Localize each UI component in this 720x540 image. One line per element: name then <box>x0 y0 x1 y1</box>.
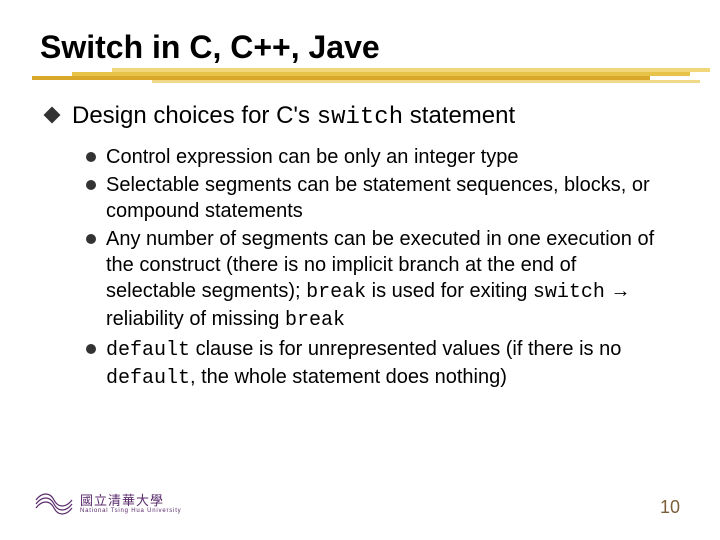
bullet1-text: Design choices for C's switch statement <box>72 100 515 133</box>
logo-text-en: National Tsing Hua University <box>80 508 181 514</box>
logo-icon <box>34 490 74 518</box>
bullet-dot-icon <box>86 344 96 354</box>
bullet-dot-icon <box>86 234 96 244</box>
page-number: 10 <box>660 497 680 518</box>
university-logo: 國立清華大學 National Tsing Hua University <box>34 490 181 518</box>
bullet-dot-icon <box>86 152 96 162</box>
diamond-icon <box>44 107 61 124</box>
sub-bullet: default clause is for unrepresented valu… <box>86 336 670 392</box>
logo-text-cn: 國立清華大學 <box>80 494 181 507</box>
sub-bullet-text: Control expression can be only an intege… <box>106 144 518 170</box>
sub-bullet: Control expression can be only an intege… <box>86 144 670 170</box>
sub-bullet: Any number of segments can be executed i… <box>86 226 670 334</box>
bullet-dot-icon <box>86 180 96 190</box>
title-underline <box>32 68 710 82</box>
bullet-level1: Design choices for C's switch statement <box>46 100 680 133</box>
sub-bullet-list: Control expression can be only an intege… <box>86 144 670 392</box>
sub-bullet-text: default clause is for unrepresented valu… <box>106 336 670 392</box>
slide-title: Switch in C, C++, Jave <box>40 28 680 66</box>
sub-bullet-text: Any number of segments can be executed i… <box>106 226 670 334</box>
sub-bullet: Selectable segments can be statement seq… <box>86 172 670 224</box>
sub-bullet-text: Selectable segments can be statement seq… <box>106 172 670 224</box>
